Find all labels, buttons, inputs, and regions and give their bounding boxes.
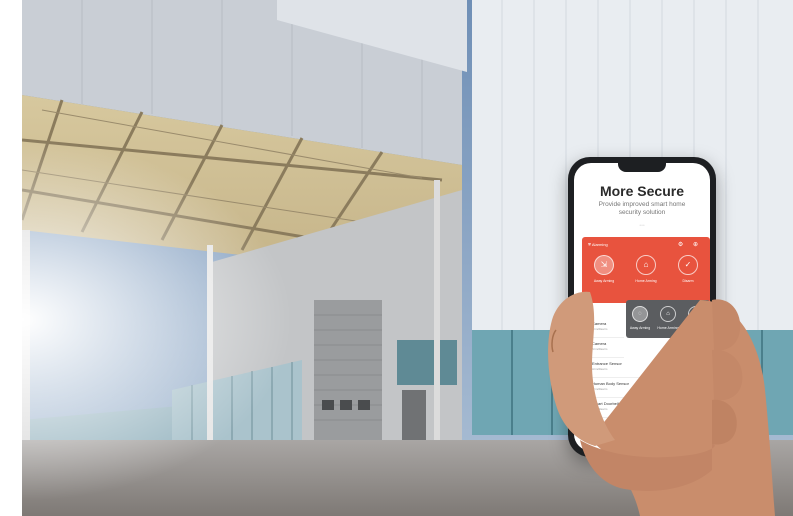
- scene: More Secure Provide improved smart home …: [0, 0, 793, 516]
- hand-holding-phone: [548, 291, 775, 516]
